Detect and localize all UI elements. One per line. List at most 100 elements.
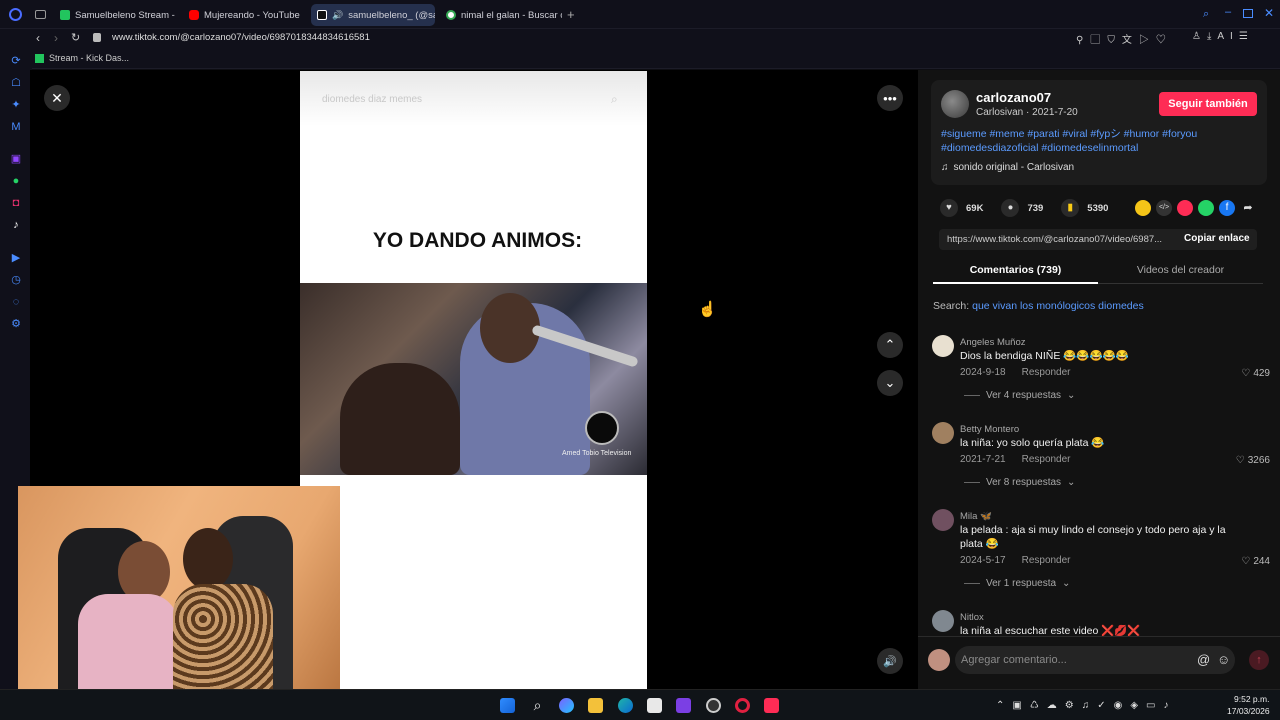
view-replies-button[interactable]: Ver 4 respuestas ⌄ <box>964 390 1075 401</box>
user-avatar[interactable] <box>928 649 950 671</box>
start-icon[interactable] <box>500 698 515 713</box>
tab-google-search[interactable]: nimal el galan - Buscar co <box>440 4 562 26</box>
share-arrow-icon[interactable]: ➦ <box>1240 200 1256 216</box>
tab-comments[interactable]: Comentarios (739) <box>933 264 1098 276</box>
copilot-icon[interactable] <box>559 698 574 713</box>
back-icon[interactable]: ‹ <box>36 31 40 45</box>
avatar[interactable] <box>932 610 954 632</box>
menu-icon[interactable]: ☰ <box>1239 31 1254 42</box>
search-query[interactable]: que vivan los monólogicos diomedes <box>972 300 1144 312</box>
mention-icon[interactable]: @ <box>1197 652 1210 667</box>
view-replies-button[interactable]: Ver 8 respuestas ⌄ <box>964 477 1075 488</box>
workspaces-icon[interactable] <box>35 10 46 19</box>
related-search[interactable]: Search: que vivan los monólogicos diomed… <box>933 300 1144 312</box>
avatar[interactable] <box>932 422 954 444</box>
history-icon[interactable]: ◷ <box>10 274 22 286</box>
comment-likes[interactable]: ♡ 244 <box>1241 556 1270 567</box>
clock-date[interactable]: 17/03/2026 <box>1227 706 1270 716</box>
tab-tiktok[interactable]: 🔊 samuelbeleno_ (@sam <box>311 4 435 26</box>
save-icon[interactable]: ▮ <box>1061 199 1080 217</box>
whatsapp-share-icon[interactable] <box>1198 200 1214 216</box>
comment-likes[interactable]: ♡ 3266 <box>1236 455 1270 466</box>
comment-author[interactable]: Nitlox <box>960 612 984 623</box>
reply-button[interactable]: Responder <box>1022 555 1071 566</box>
copy-link-button[interactable]: Copiar enlace <box>1184 233 1250 244</box>
account-icon[interactable]: ♙ <box>1192 31 1207 42</box>
next-video-button[interactable]: ⌄ <box>877 370 903 396</box>
tiktok-app-icon[interactable] <box>764 698 779 713</box>
reload-icon[interactable]: ↻ <box>71 31 80 44</box>
tab-kick-stream[interactable]: Samuelbeleno Stream - W <box>54 4 176 26</box>
video-link[interactable]: https://www.tiktok.com/@carlozano07/vide… <box>947 234 1171 245</box>
download-icon[interactable]: ⤓ <box>1207 31 1217 42</box>
comment-author[interactable]: Betty Montero <box>960 424 1019 435</box>
comment-author[interactable]: Mila 🦋 <box>960 511 992 522</box>
play-icon[interactable]: ▷ <box>1139 35 1156 46</box>
ai-icon[interactable]: AI <box>1217 31 1238 42</box>
sync-icon[interactable]: ⟳ <box>10 55 22 67</box>
close-window-icon[interactable]: ✕ <box>1264 6 1274 20</box>
hashtags[interactable]: #sigueme #meme #parati #viral #fypシ #hum… <box>941 127 1241 155</box>
tiktok-sidebar-icon[interactable]: ♪ <box>10 219 22 231</box>
whatsapp-icon[interactable]: ● <box>10 175 22 187</box>
games-icon[interactable]: ✦ <box>10 99 22 111</box>
view-replies-button[interactable]: Ver 1 respuesta ⌄ <box>964 578 1070 589</box>
reply-button[interactable]: Responder <box>1022 454 1071 465</box>
comment-author[interactable]: Angeles Muñoz <box>960 337 1025 348</box>
emoji-icon[interactable]: ☺ <box>1217 652 1230 667</box>
opera-icon[interactable] <box>735 698 750 713</box>
author-username[interactable]: carlozano07 <box>976 90 1051 105</box>
edge-icon[interactable] <box>618 698 633 713</box>
ai-assistant-icon[interactable]: ☖ <box>10 77 22 89</box>
minimize-icon[interactable]: – <box>1225 6 1231 18</box>
instagram-icon[interactable]: ◘ <box>10 197 22 209</box>
twitch-icon[interactable]: ▣ <box>10 153 22 165</box>
player-icon[interactable]: ▶ <box>10 252 22 264</box>
comment-likes[interactable]: ♡ 429 <box>1241 368 1270 379</box>
chat-icon[interactable]: ◌ <box>10 296 22 308</box>
store-icon[interactable] <box>647 698 662 713</box>
clock-time[interactable]: 9:52 p.m. <box>1234 694 1269 704</box>
comment-icon[interactable]: ● <box>1001 199 1020 217</box>
url-input[interactable]: www.tiktok.com/@carlozano07/video/698701… <box>112 32 370 43</box>
send-icon[interactable] <box>1177 200 1193 216</box>
obs-icon[interactable] <box>706 698 721 713</box>
coin-share-icon[interactable] <box>1135 200 1151 216</box>
maximize-icon[interactable] <box>1243 9 1253 18</box>
comment-input[interactable]: Agregar comentario... @ ☺ <box>955 646 1235 674</box>
follow-button[interactable]: Seguir también <box>1159 92 1257 116</box>
settings-icon[interactable]: ⚙ <box>10 318 22 330</box>
new-tab-button[interactable]: + <box>567 7 575 22</box>
volume-button[interactable]: 🔊 <box>877 648 903 674</box>
translate-icon[interactable]: 文 <box>1122 35 1139 46</box>
close-viewer-button[interactable]: ✕ <box>44 85 70 111</box>
more-options-button[interactable]: ••• <box>877 85 903 111</box>
heart-icon[interactable]: ♡ <box>1156 35 1173 46</box>
tray-icons[interactable]: ⌃▣♺☁⚙♫✓◉◈▭♪ <box>996 700 1177 711</box>
search-tabs-icon[interactable]: ⌕ <box>1203 8 1209 21</box>
video-frame[interactable]: diomedes diaz memes ⌕ YO DANDO ANIMOS: A… <box>300 71 647 689</box>
tab-creator-videos[interactable]: Videos del creador <box>1098 264 1263 276</box>
mail-icon[interactable]: M <box>10 121 22 133</box>
avatar[interactable] <box>932 509 954 531</box>
like-icon[interactable]: ♥ <box>940 199 958 217</box>
avatar[interactable] <box>932 335 954 357</box>
embed-icon[interactable]: </> <box>1156 200 1172 216</box>
search-icon[interactable]: ⌕ <box>530 698 545 713</box>
snapshot-icon[interactable]: ▢ <box>1090 35 1107 46</box>
sound-row[interactable]: ♫ sonido original - Carlosivan <box>941 162 1074 173</box>
file-explorer-icon[interactable] <box>588 698 603 713</box>
author-avatar[interactable] <box>941 90 969 118</box>
reply-button[interactable]: Responder <box>1022 367 1071 378</box>
speaker-icon[interactable]: 🔊 <box>332 10 343 21</box>
bookmark-kick[interactable]: Stream - Kick Das... <box>35 53 129 63</box>
previous-video-button[interactable]: ⌃ <box>877 332 903 358</box>
pin-icon[interactable]: ⚲ <box>1076 35 1090 46</box>
forward-icon[interactable]: › <box>54 31 58 45</box>
facebook-share-icon[interactable]: f <box>1219 200 1235 216</box>
send-comment-button[interactable]: ↑ <box>1249 650 1269 670</box>
tab-youtube[interactable]: Mujereando - YouTube <box>183 4 305 26</box>
shield-icon[interactable]: ⛉ <box>1107 35 1122 46</box>
video-editor-icon[interactable] <box>676 698 691 713</box>
browser-logo-icon[interactable] <box>9 8 22 21</box>
